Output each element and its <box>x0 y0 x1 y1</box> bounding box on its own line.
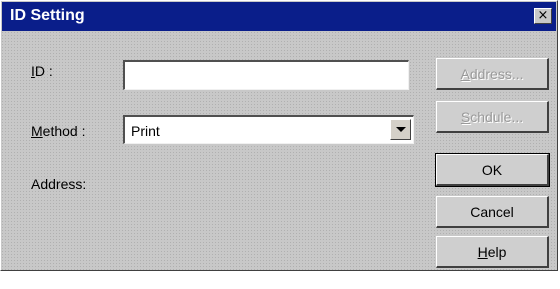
cancel-button[interactable]: Cancel <box>436 196 549 228</box>
help-button[interactable]: Help <box>436 236 549 268</box>
chevron-down-icon <box>396 127 406 132</box>
id-label: ID : <box>31 63 53 79</box>
address-button[interactable]: Address... <box>436 58 549 90</box>
ok-button-label: OK <box>481 161 503 178</box>
address-label: Address: <box>31 176 87 192</box>
ok-button[interactable]: OK <box>435 153 550 187</box>
address-button-label: Address... <box>460 65 524 82</box>
method-select-value: Print <box>131 123 160 139</box>
close-icon: × <box>537 8 549 23</box>
schedule-button[interactable]: Schdule... <box>436 101 549 133</box>
close-button[interactable]: × <box>534 8 552 24</box>
title-bar[interactable]: ID Setting × <box>2 2 556 31</box>
method-dropdown-button[interactable] <box>390 119 411 140</box>
id-field[interactable] <box>123 60 409 90</box>
method-label: Method : <box>31 123 86 139</box>
id-setting-dialog: ID Setting × ID : Method : Print Address… <box>0 0 558 271</box>
help-button-label: Help <box>477 243 507 260</box>
schedule-button-label: Schdule... <box>460 108 524 125</box>
cancel-button-label: Cancel <box>470 203 514 220</box>
method-select[interactable]: Print <box>123 115 414 144</box>
dialog-title: ID Setting <box>10 7 85 24</box>
